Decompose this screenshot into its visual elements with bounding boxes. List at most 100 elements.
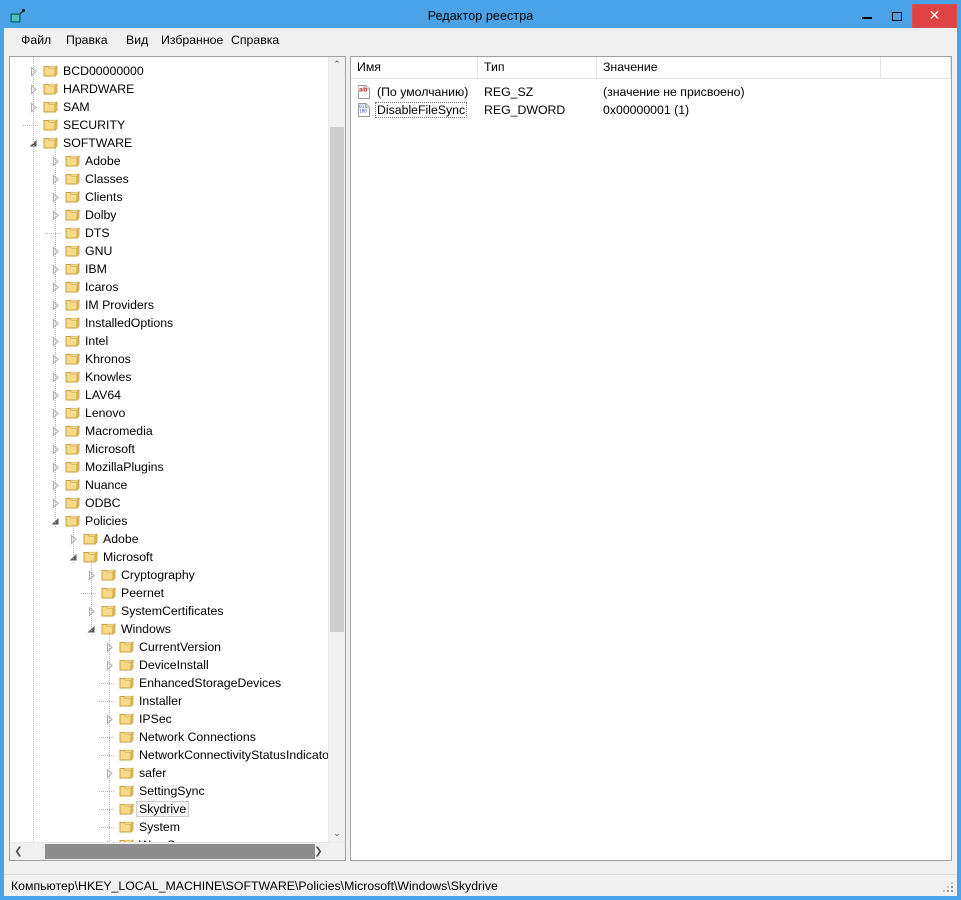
menu-item-0[interactable]: Файл (16, 31, 56, 49)
tree-item-khronos[interactable]: Khronos (10, 350, 330, 368)
reg-sz-icon: ab (357, 85, 371, 99)
minimize-button[interactable] (852, 4, 882, 28)
maximize-button[interactable] (882, 4, 912, 28)
tree-item-microsoft[interactable]: Microsoft (10, 440, 330, 458)
column-header-blank[interactable] (881, 57, 951, 78)
tree-item-intel[interactable]: Intel (10, 332, 330, 350)
tree-item-macromedia[interactable]: Macromedia (10, 422, 330, 440)
tree-item-label: EnhancedStorageDevices (139, 676, 282, 690)
tree-item-adobe[interactable]: Adobe (10, 530, 330, 548)
tree-item-deviceinstall[interactable]: DeviceInstall (10, 656, 330, 674)
minimize-icon (862, 17, 872, 19)
value-row[interactable]: ab (По умолчанию) REG_SZ (значение не присв… (351, 83, 951, 101)
menu-item-2[interactable]: Вид (121, 31, 153, 49)
tree-item-lenovo[interactable]: Lenovo (10, 404, 330, 422)
folder-icon (65, 244, 80, 258)
tree-item-label: Lenovo (85, 406, 126, 420)
tree-item-label: ODBC (85, 496, 121, 510)
tree-guide-tick (99, 683, 115, 684)
tree-item-label: MozillaPlugins (85, 460, 164, 474)
tree-item-label: Intel (85, 334, 109, 348)
column-header-значение[interactable]: Значение (597, 57, 881, 78)
tree-item-label: SECURITY (63, 118, 126, 132)
tree-item-installedoptions[interactable]: InstalledOptions (10, 314, 330, 332)
close-button[interactable]: ✕ (912, 4, 957, 28)
tree-hscroll-thumb[interactable] (45, 844, 315, 859)
tree-item-label: CurrentVersion (139, 640, 222, 654)
tree-item-ibm[interactable]: IBM (10, 260, 330, 278)
menu-item-1[interactable]: Правка (61, 31, 113, 49)
tree-item-label: BCD00000000 (63, 64, 144, 78)
tree-item-policies[interactable]: Policies (10, 512, 330, 530)
tree-item-microsoft[interactable]: Microsoft (10, 548, 330, 566)
scroll-right-button[interactable]: ❯ (310, 843, 327, 860)
tree-item-networkconnectivitystatusindicator[interactable]: NetworkConnectivityStatusIndicator (10, 746, 330, 764)
tree-item-label: Clients (85, 190, 123, 204)
scroll-left-button[interactable]: ❮ (10, 843, 27, 860)
column-header-имя[interactable]: Имя (351, 57, 478, 78)
registry-tree[interactable]: BCD00000000 HARDWARE SAM SECURITY SOFTWARE Ad… (10, 57, 330, 843)
resize-grip[interactable] (943, 882, 955, 894)
tree-item-ipsec[interactable]: IPSec (10, 710, 330, 728)
tree-item-label: HARDWARE (63, 82, 135, 96)
tree-item-label: InstalledOptions (85, 316, 174, 330)
tree-guide-tick (99, 755, 115, 756)
tree-item-label: System (139, 820, 180, 834)
menu-item-4[interactable]: Справка (226, 31, 284, 49)
folder-icon (119, 748, 134, 762)
close-icon: ✕ (928, 8, 941, 24)
tree-item-gnu[interactable]: GNU (10, 242, 330, 260)
tree-item-currentversion[interactable]: CurrentVersion (10, 638, 330, 656)
tree-item-label: SystemCertificates (121, 604, 224, 618)
tree-item-nuance[interactable]: Nuance (10, 476, 330, 494)
tree-item-safer[interactable]: safer (10, 764, 330, 782)
tree-vscroll-thumb[interactable] (330, 127, 344, 632)
tree-guide-tick (99, 827, 115, 828)
tree-item-security[interactable]: SECURITY (10, 116, 330, 134)
scroll-down-button[interactable]: ⌄ (329, 826, 345, 843)
folder-icon (65, 424, 80, 438)
tree-item-installer[interactable]: Installer (10, 692, 330, 710)
tree-item-clients[interactable]: Clients (10, 188, 330, 206)
folder-icon (65, 172, 80, 186)
scroll-up-button[interactable]: ⌃ (329, 57, 345, 74)
tree-item-cryptography[interactable]: Cryptography (10, 566, 330, 584)
tree-item-lav64[interactable]: LAV64 (10, 386, 330, 404)
column-header-тип[interactable]: Тип (478, 57, 597, 78)
tree-item-knowles[interactable]: Knowles (10, 368, 330, 386)
menu-item-3[interactable]: Избранное (156, 31, 228, 49)
tree-guide-line (91, 560, 92, 636)
folder-icon (119, 784, 134, 798)
tree-item-system[interactable]: System (10, 818, 330, 836)
value-row[interactable]: 011 100 DisableFileSync REG_DWORD 0x00000001… (351, 101, 951, 119)
tree-item-enhancedstoragedevices[interactable]: EnhancedStorageDevices (10, 674, 330, 692)
tree-item-classes[interactable]: Classes (10, 170, 330, 188)
tree-item-dolby[interactable]: Dolby (10, 206, 330, 224)
tree-item-hardware[interactable]: HARDWARE (10, 80, 330, 98)
folder-icon (119, 658, 134, 672)
tree-item-sam[interactable]: SAM (10, 98, 330, 116)
tree-item-label: Network Connections (139, 730, 256, 744)
tree-item-bcd00000000[interactable]: BCD00000000 (10, 62, 330, 80)
tree-item-label: Macromedia (85, 424, 153, 438)
tree-item-odbc[interactable]: ODBC (10, 494, 330, 512)
tree-item-adobe[interactable]: Adobe (10, 152, 330, 170)
tree-item-windows[interactable]: Windows (10, 620, 330, 638)
tree-item-systemcertificates[interactable]: SystemCertificates (10, 602, 330, 620)
tree-item-im-providers[interactable]: IM Providers (10, 296, 330, 314)
registry-tree-pane: BCD00000000 HARDWARE SAM SECURITY SOFTWARE Ad… (9, 56, 346, 861)
tree-item-icaros[interactable]: Icaros (10, 278, 330, 296)
folder-icon (65, 496, 80, 510)
folder-icon (65, 208, 80, 222)
folder-icon (83, 532, 98, 546)
tree-item-settingsync[interactable]: SettingSync (10, 782, 330, 800)
tree-item-network-connections[interactable]: Network Connections (10, 728, 330, 746)
tree-item-software[interactable]: SOFTWARE (10, 134, 330, 152)
tree-vertical-scrollbar[interactable]: ⌃ ⌄ (328, 57, 345, 843)
folder-icon (119, 676, 134, 690)
tree-item-skydrive[interactable]: Skydrive (10, 800, 330, 818)
tree-horizontal-scrollbar[interactable]: ❮ ❯ (10, 842, 345, 860)
tree-item-peernet[interactable]: Peernet (10, 584, 330, 602)
svg-text:100: 100 (359, 108, 367, 114)
tree-item-mozillaplugins[interactable]: MozillaPlugins (10, 458, 330, 476)
